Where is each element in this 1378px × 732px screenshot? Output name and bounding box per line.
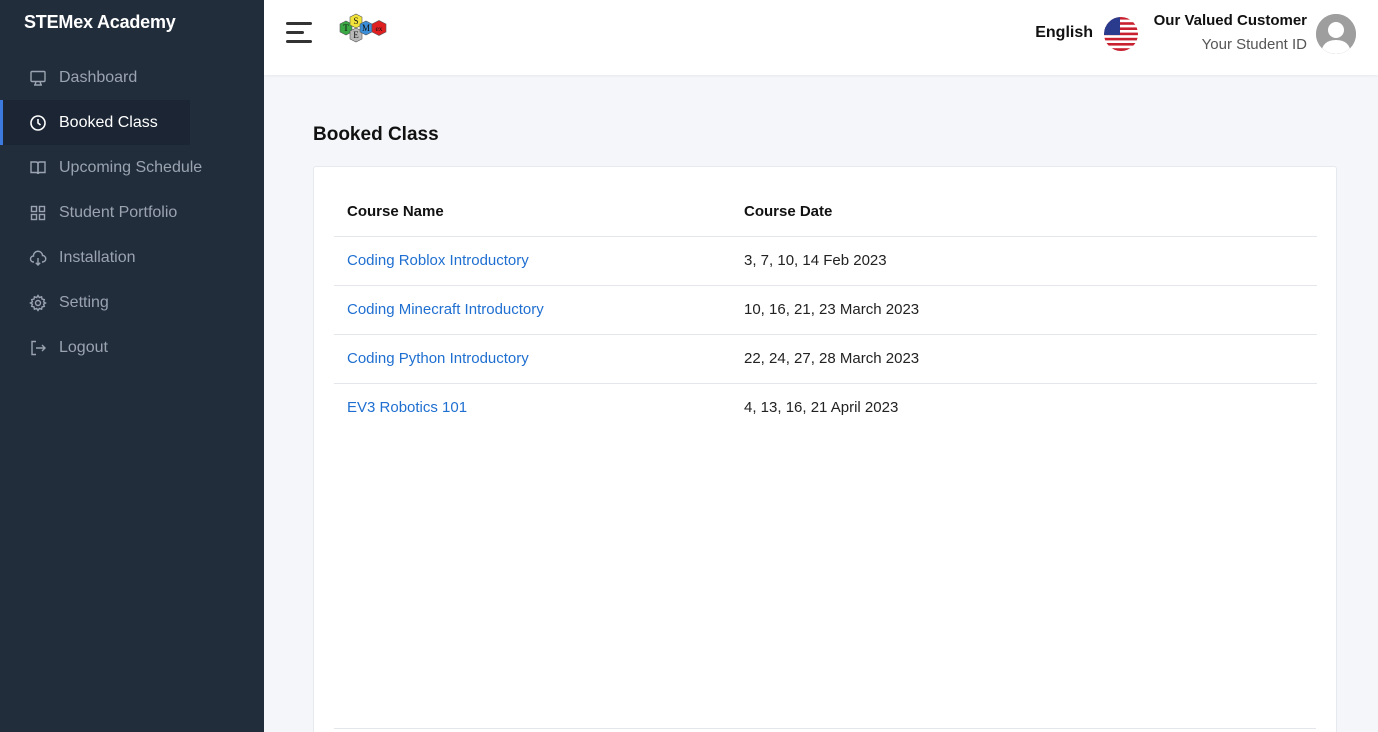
table-header-row: Course Name Course Date xyxy=(334,188,1317,237)
gear-icon xyxy=(28,293,48,313)
sidebar-item-logout[interactable]: Logout xyxy=(0,325,264,370)
column-header-course-name: Course Name xyxy=(334,188,731,237)
avatar[interactable] xyxy=(1316,14,1356,54)
user-name: Our Valued Customer xyxy=(1153,12,1307,29)
sidebar-item-label: Student Portfolio xyxy=(59,203,178,221)
book-icon xyxy=(28,158,48,178)
monitor-icon xyxy=(28,68,48,88)
brand-title: STEMex Academy xyxy=(24,12,176,32)
sidebar-item-label: Setting xyxy=(59,293,109,311)
table-row: Coding Minecraft Introductory 10, 16, 21… xyxy=(334,285,1317,335)
column-header-course-date: Course Date xyxy=(731,188,1317,237)
logout-icon xyxy=(28,338,48,358)
top-bar: T S E M ex English Our Valued Customer Y… xyxy=(264,0,1378,75)
sidebar-item-upcoming-schedule[interactable]: Upcoming Schedule xyxy=(0,145,264,190)
course-date: 22, 24, 27, 28 March 2023 xyxy=(731,334,1317,384)
logo-letter-t: T xyxy=(343,23,349,33)
page-title: Booked Class xyxy=(313,124,439,145)
course-link[interactable]: Coding Roblox Introductory xyxy=(347,252,529,269)
sidebar-item-label: Booked Class xyxy=(59,113,158,131)
menu-toggle-icon[interactable] xyxy=(286,22,312,44)
sidebar-item-setting[interactable]: Setting xyxy=(0,280,264,325)
sidebar-nav: Dashboard Booked Class Upcoming Schedule… xyxy=(0,55,264,370)
sidebar-item-installation[interactable]: Installation xyxy=(0,235,264,280)
sidebar-item-student-portfolio[interactable]: Student Portfolio xyxy=(0,190,264,235)
sidebar-item-label: Installation xyxy=(59,248,136,266)
cloud-download-icon xyxy=(28,248,48,268)
sidebar-item-booked-class[interactable]: Booked Class xyxy=(0,100,190,145)
us-flag-icon[interactable] xyxy=(1104,17,1138,51)
sidebar-item-dashboard[interactable]: Dashboard xyxy=(0,55,264,100)
grid-icon xyxy=(28,203,48,223)
course-date: 10, 16, 21, 23 March 2023 xyxy=(731,285,1317,335)
logo-letter-s: S xyxy=(353,16,358,26)
logo-letter-e: E xyxy=(353,30,359,40)
booked-class-card: Course Name Course Date Coding Roblox In… xyxy=(313,166,1337,732)
logo-letter-m: M xyxy=(362,23,370,33)
sidebar-item-label: Logout xyxy=(59,338,108,356)
table-row: EV3 Robotics 101 4, 13, 16, 21 April 202… xyxy=(334,383,1317,432)
course-date: 4, 13, 16, 21 April 2023 xyxy=(744,399,899,417)
booked-class-table: Course Name Course Date Coding Roblox In… xyxy=(334,188,1317,432)
logo-letter-ex: ex xyxy=(375,24,382,33)
table-row: Coding Python Introductory 22, 24, 27, 2… xyxy=(334,334,1317,384)
table-row: Coding Roblox Introductory 3, 7, 10, 14 … xyxy=(334,236,1317,286)
table-divider xyxy=(334,728,1316,729)
course-date: 3, 7, 10, 14 Feb 2023 xyxy=(731,236,1317,286)
sidebar-item-label: Dashboard xyxy=(59,68,138,86)
student-id: Your Student ID xyxy=(1201,36,1307,53)
stemex-logo[interactable]: T S E M ex xyxy=(328,12,412,56)
clock-icon xyxy=(28,113,48,133)
course-link[interactable]: Coding Minecraft Introductory xyxy=(347,301,544,318)
sidebar: STEMex Academy Dashboard Booked Class Up… xyxy=(0,0,264,732)
language-selector[interactable]: English xyxy=(1035,24,1093,42)
course-link[interactable]: EV3 Robotics 101 xyxy=(347,399,467,416)
sidebar-item-label: Upcoming Schedule xyxy=(59,158,203,176)
course-link[interactable]: Coding Python Introductory xyxy=(347,350,529,367)
